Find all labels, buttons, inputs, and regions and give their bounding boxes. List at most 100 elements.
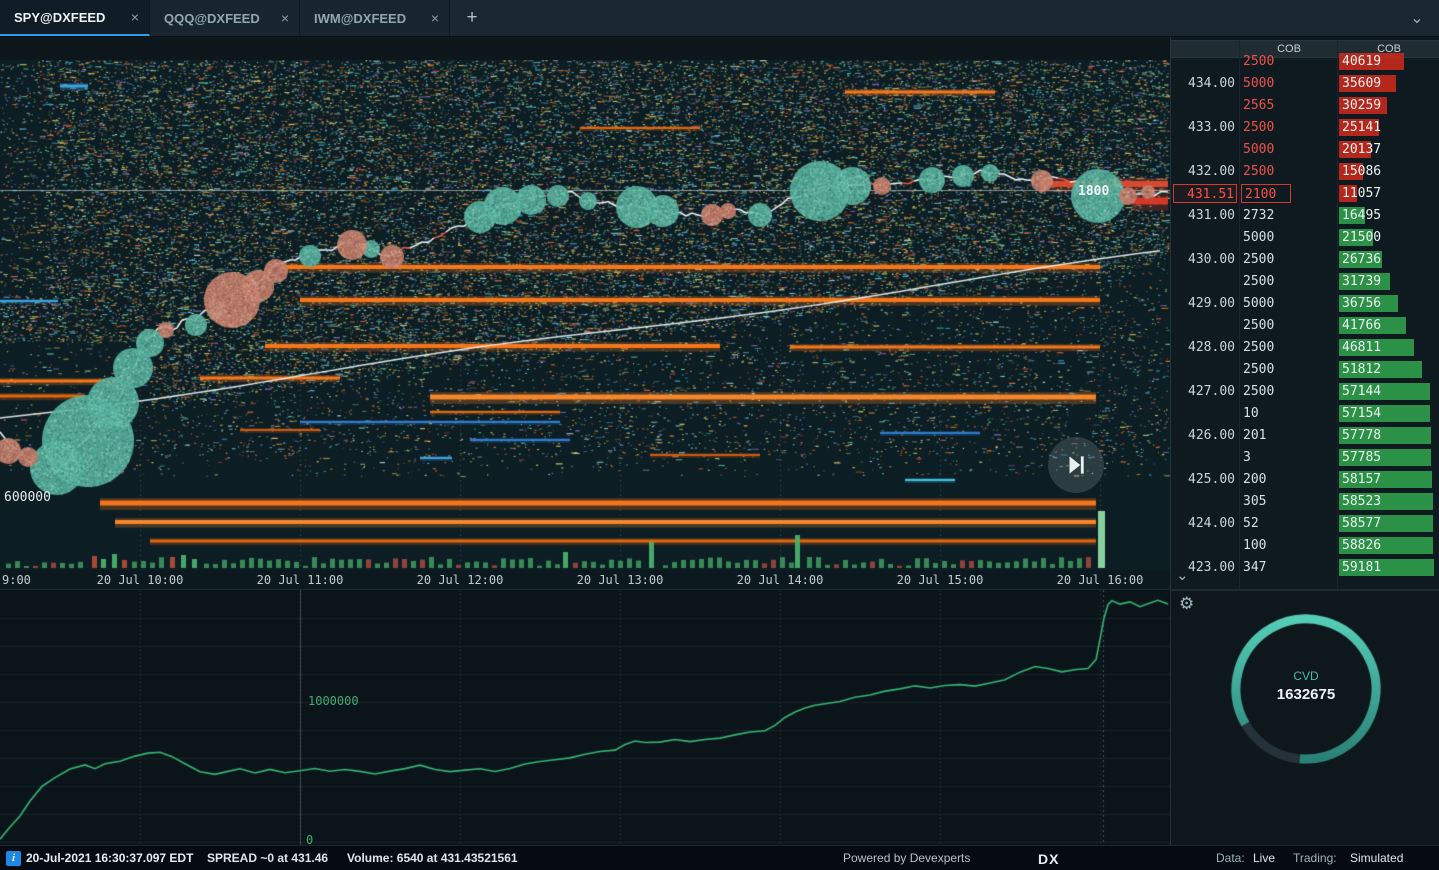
size-value: 5000 <box>1243 230 1275 245</box>
tab-bar: SPY@DXFEED × QQQ@DXFEED × IWM@DXFEED × + ⌄ <box>0 0 1439 37</box>
cumulative-cell: 41766 <box>1339 316 1439 335</box>
cvd-chart[interactable] <box>0 590 1170 845</box>
cumulative-value: 11057 <box>1342 186 1382 201</box>
time-axis: 9:00 20 Jul 10:00 20 Jul 11:00 20 Jul 12:00… <box>0 570 1170 590</box>
dom-row[interactable]: 431.51 2100 11057 <box>1171 183 1439 205</box>
size-value: 2500 <box>1243 362 1275 377</box>
gauge-value: 1632675 <box>1276 686 1336 703</box>
volume-scale-label: 600000 <box>4 490 51 505</box>
price-label <box>1173 360 1237 379</box>
cumulative-value: 58157 <box>1342 472 1382 487</box>
price-label: 424.00 <box>1188 516 1235 531</box>
status-volume: Volume: 6540 at 431.43521561 <box>347 851 518 865</box>
dom-row[interactable]: 3 57785 <box>1171 447 1439 469</box>
size-value: 2500 <box>1243 252 1275 267</box>
add-tab-button[interactable]: + <box>450 0 494 36</box>
size-value: 2100 <box>1241 184 1292 203</box>
cumulative-value: 51812 <box>1342 362 1382 377</box>
time-axis-label: 20 Jul 12:00 <box>416 573 504 587</box>
dom-row[interactable]: 2500 31739 <box>1171 271 1439 293</box>
tab-spy@dxfeed[interactable]: SPY@DXFEED × <box>0 0 150 36</box>
price-label <box>1173 536 1237 555</box>
collapse-panel-chevron-icon[interactable]: ⌄ <box>1176 566 1189 584</box>
size-value: 347 <box>1243 560 1267 575</box>
size-value: 5000 <box>1243 76 1275 91</box>
dom-row[interactable]: 305 58523 <box>1171 491 1439 513</box>
time-axis-label: 20 Jul 13:00 <box>576 573 664 587</box>
dom-row[interactable]: 430.00 2500 26736 <box>1171 249 1439 271</box>
dom-row[interactable]: 2500 41766 <box>1171 315 1439 337</box>
orderbook-heatmap-chart[interactable] <box>0 60 1170 570</box>
tab-label: QQQ@DXFEED <box>164 10 260 26</box>
size-value: 2500 <box>1243 340 1275 355</box>
dom-row[interactable]: 100 58826 <box>1171 535 1439 557</box>
status-spread: SPREAD ~0 at 431.46 <box>207 851 329 865</box>
dom-row[interactable]: 5000 20137 <box>1171 139 1439 161</box>
dom-row[interactable]: 427.00 2500 57144 <box>1171 381 1439 403</box>
tab-label: SPY@DXFEED <box>14 9 106 25</box>
replay-skip-button[interactable] <box>1048 437 1104 493</box>
dom-row[interactable]: 432.00 2500 15086 <box>1171 161 1439 183</box>
size-value: 201 <box>1243 428 1267 443</box>
dom-row[interactable]: 10 57154 <box>1171 403 1439 425</box>
dom-row[interactable]: 2565 30259 <box>1171 95 1439 117</box>
size-value: 2500 <box>1243 274 1275 289</box>
price-label <box>1173 96 1237 115</box>
cumulative-value: 58523 <box>1342 494 1382 509</box>
price-label <box>1173 228 1237 247</box>
size-value: 200 <box>1243 472 1267 487</box>
price-label <box>1173 404 1237 423</box>
settings-gear-icon[interactable]: ⚙ <box>1179 594 1194 614</box>
trading-mode-label: Trading: <box>1293 851 1337 865</box>
time-axis-label: 20 Jul 11:00 <box>256 573 344 587</box>
dom-row[interactable]: 426.00 201 57778 <box>1171 425 1439 447</box>
tab-close-icon[interactable]: × <box>275 10 289 26</box>
cumulative-value: 21500 <box>1342 230 1382 245</box>
cumulative-cell: 58523 <box>1339 492 1439 511</box>
dom-row[interactable]: 431.00 2732 16495 <box>1171 205 1439 227</box>
status-bar: i 20-Jul-2021 16:30:37.097 EDT SPREAD ~0… <box>0 845 1439 870</box>
cumulative-value: 41766 <box>1342 318 1382 333</box>
tab-iwm@dxfeed[interactable]: IWM@DXFEED × <box>300 0 450 36</box>
gauge-panel: ⚙ CVD 1632675 <box>1170 590 1439 845</box>
cumulative-value: 58577 <box>1342 516 1382 531</box>
cumulative-cell: 58157 <box>1339 470 1439 489</box>
gauge-title: CVD <box>1293 669 1319 683</box>
cumulative-cell: 57778 <box>1339 426 1439 445</box>
size-value: 5000 <box>1243 296 1275 311</box>
tab-qqq@dxfeed[interactable]: QQQ@DXFEED × <box>150 0 300 36</box>
size-value: 2500 <box>1243 164 1275 179</box>
cumulative-value: 25141 <box>1342 120 1382 135</box>
cumulative-value: 35609 <box>1342 76 1382 91</box>
price-label: 433.00 <box>1188 120 1235 135</box>
cumulative-value: 58826 <box>1342 538 1382 553</box>
size-value: 2500 <box>1243 54 1275 69</box>
cumulative-value: 26736 <box>1342 252 1382 267</box>
dom-row[interactable]: 423.00 347 59181 <box>1171 557 1439 579</box>
cumulative-cell: 25141 <box>1339 118 1439 137</box>
dom-row[interactable]: 433.00 2500 25141 <box>1171 117 1439 139</box>
size-value: 100 <box>1243 538 1267 553</box>
cumulative-value: 16495 <box>1342 208 1382 223</box>
time-axis-label: 20 Jul 14:00 <box>736 573 824 587</box>
dom-panel: COB COB 2500 40619 434.00 5000 35609 2565 3025… <box>1170 37 1439 590</box>
dom-row[interactable]: 428.00 2500 46811 <box>1171 337 1439 359</box>
dom-row[interactable]: 2500 51812 <box>1171 359 1439 381</box>
trading-mode-value: Simulated <box>1350 851 1404 865</box>
dom-row[interactable]: 2500 40619 <box>1171 51 1439 73</box>
dom-row[interactable]: 429.00 5000 36756 <box>1171 293 1439 315</box>
dom-row[interactable]: 424.00 52 58577 <box>1171 513 1439 535</box>
dom-row[interactable]: 5000 21500 <box>1171 227 1439 249</box>
dom-row[interactable]: 425.00 200 58157 <box>1171 469 1439 491</box>
price-label: 427.00 <box>1188 384 1235 399</box>
dom-row[interactable]: 434.00 5000 35609 <box>1171 73 1439 95</box>
tab-list-chevron-down-icon[interactable]: ⌄ <box>1395 0 1439 36</box>
price-label: 431.51 <box>1173 184 1237 203</box>
tab-close-icon[interactable]: × <box>425 10 439 26</box>
dx-logo: DX <box>1038 851 1060 867</box>
size-value: 2732 <box>1243 208 1275 223</box>
tab-close-icon[interactable]: × <box>125 9 139 25</box>
price-label <box>1173 52 1237 71</box>
info-icon[interactable]: i <box>6 851 21 866</box>
cumulative-cell: 57144 <box>1339 382 1439 401</box>
